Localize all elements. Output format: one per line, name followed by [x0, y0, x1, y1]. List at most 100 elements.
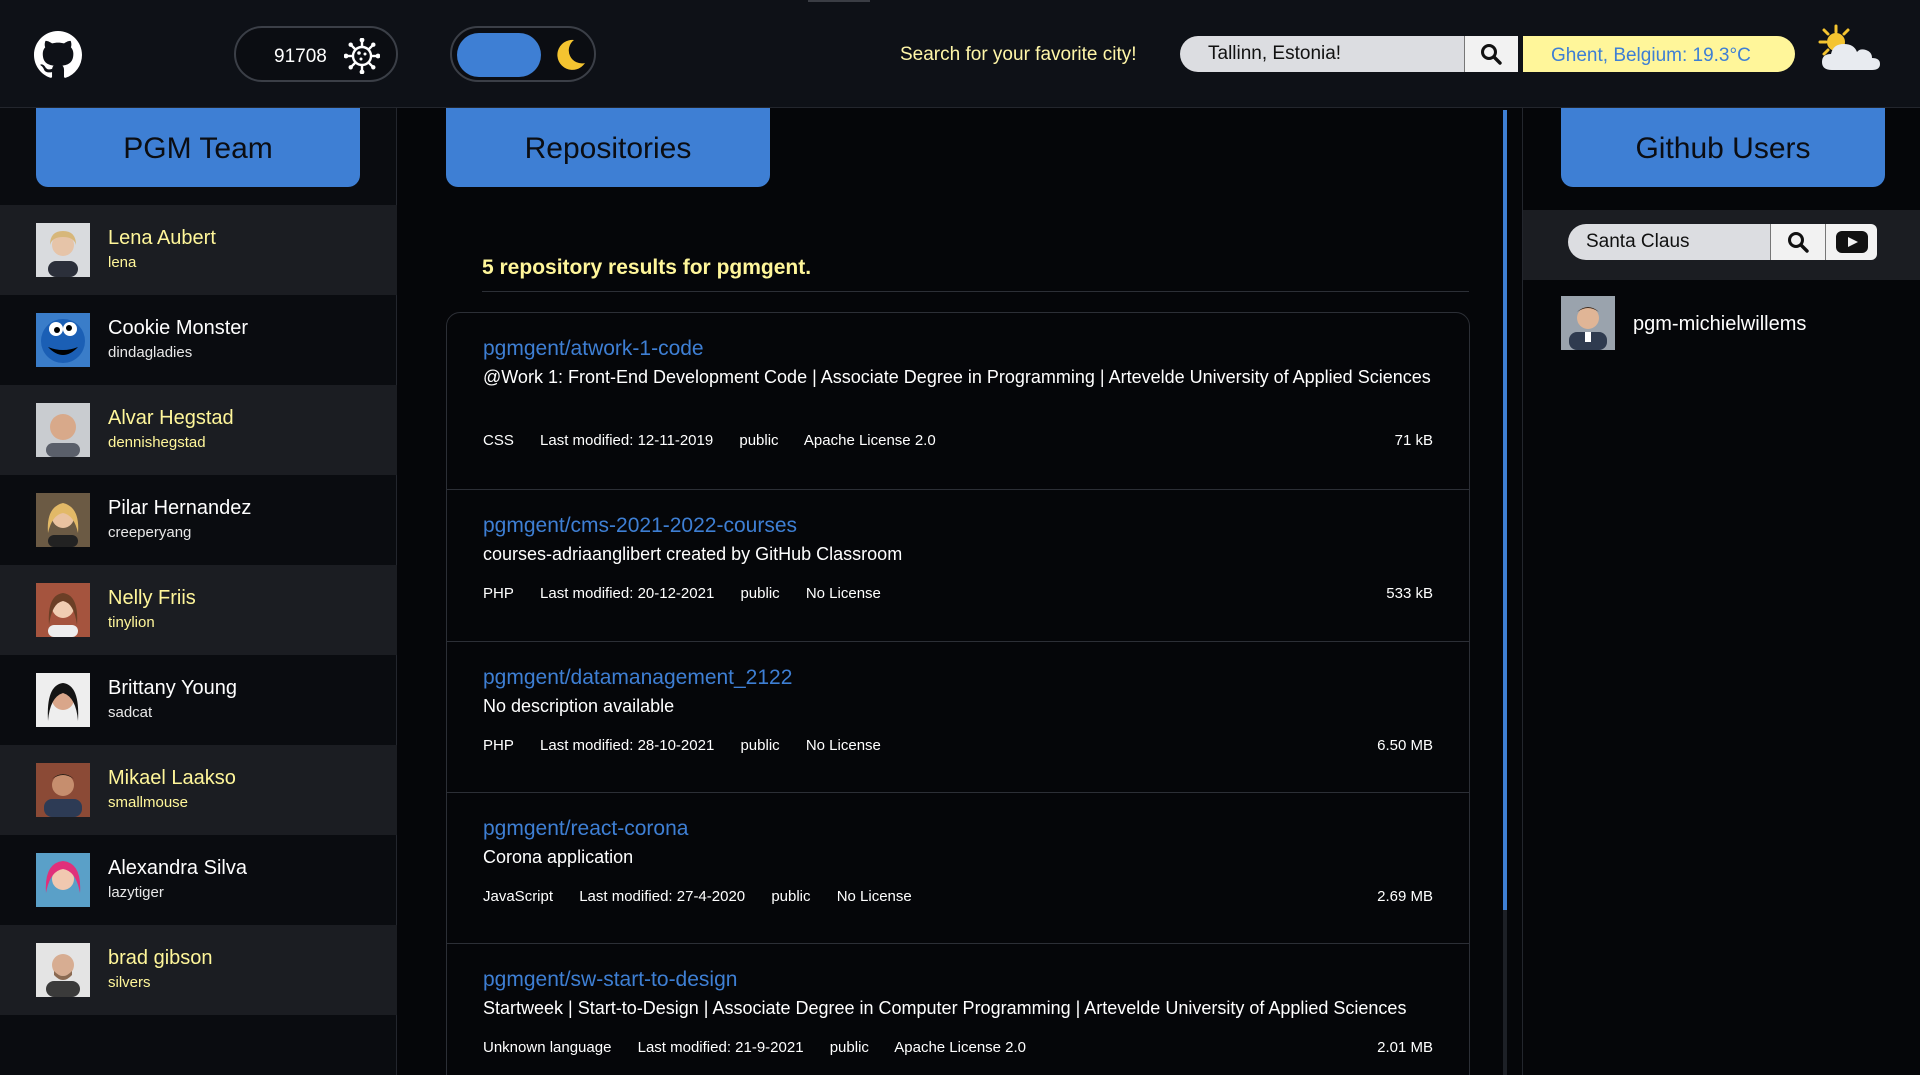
avatar [36, 493, 90, 547]
avatar [36, 673, 90, 727]
tab-pgm-team[interactable]: PGM Team [36, 108, 360, 187]
repository-license: No License [805, 737, 881, 754]
repository-visibility: public [740, 737, 780, 754]
repository-meta: JavaScript Last modified: 27-4-2020 publ… [483, 888, 934, 905]
tab-github-users[interactable]: Github Users [1561, 108, 1885, 187]
repository-language: JavaScript [483, 888, 554, 905]
avatar [36, 223, 90, 277]
repository-link[interactable]: pgmgent/react-corona [483, 817, 688, 841]
github-username: pgm-michielwillems [1633, 313, 1807, 335]
corona-counter[interactable]: 91708 [234, 26, 398, 82]
member-name: brad gibson [108, 947, 213, 969]
team-member[interactable]: Mikael Laakso smallmouse [0, 745, 397, 835]
city-search-input[interactable] [1180, 36, 1464, 72]
team-member[interactable]: Cookie Monster dindagladies [0, 295, 397, 385]
repository-description: courses-adriaanglibert created by GitHub… [483, 544, 903, 564]
avatar [1561, 296, 1615, 350]
repository-visibility: public [739, 432, 779, 449]
github-user-result[interactable]: pgm-michielwillems [1561, 296, 1901, 352]
repository-language: PHP [483, 585, 514, 602]
repository-card: pgmgent/cms-2021-2022-courses courses-ad… [447, 490, 1469, 642]
repository-language: PHP [483, 737, 514, 754]
team-member[interactable]: Pilar Hernandez creeperyang [0, 475, 397, 565]
repository-visibility: public [829, 1039, 869, 1056]
repository-meta: CSS Last modified: 12-11-2019 public Apa… [483, 432, 958, 449]
repository-license: No License [805, 585, 881, 602]
team-member[interactable]: Alvar Hegstad dennishegstad [0, 385, 397, 475]
youtube-icon [1836, 231, 1868, 253]
partly-cloudy-icon [1818, 24, 1880, 70]
repository-description: @Work 1: Front-End Development Code | As… [483, 367, 1431, 387]
scrollbar-thumb[interactable] [1503, 110, 1507, 910]
repository-card: pgmgent/datamanagement_2122 No descripti… [447, 642, 1469, 793]
avatar [36, 853, 90, 907]
repository-card: pgmgent/sw-start-to-design Startweek | S… [447, 944, 1469, 1075]
repository-link[interactable]: pgmgent/cms-2021-2022-courses [483, 514, 797, 538]
avatar [36, 763, 90, 817]
theme-toggle[interactable] [450, 26, 596, 82]
avatar [36, 583, 90, 637]
team-member[interactable]: Nelly Friis tinylion [0, 565, 397, 655]
team-member[interactable]: Lena Aubert lena [0, 205, 397, 295]
repository-language: CSS [483, 432, 514, 449]
github-logo-icon[interactable] [34, 31, 82, 79]
counter-value: 91708 [274, 46, 327, 67]
repository-modified: Last modified: 28-10-2021 [540, 737, 715, 754]
repository-description: Startweek | Start-to-Design | Associate … [483, 998, 1407, 1018]
team-panel: PGM Team Lena Aubert lena Cookie Monster… [0, 108, 397, 1075]
repository-size: 2.69 MB [1377, 888, 1433, 905]
user-search-input[interactable] [1568, 224, 1770, 260]
member-username: lazytiger [108, 884, 164, 901]
member-name: Mikael Laakso [108, 767, 236, 789]
member-name: Lena Aubert [108, 227, 216, 249]
divider [482, 291, 1469, 292]
repository-modified: Last modified: 27-4-2020 [579, 888, 746, 905]
repository-size: 71 kB [1394, 432, 1433, 449]
member-name: Nelly Friis [108, 587, 196, 609]
user-search-button[interactable] [1770, 224, 1825, 260]
member-name: Alexandra Silva [108, 857, 247, 879]
search-icon [1788, 232, 1809, 253]
member-username: silvers [108, 974, 151, 991]
member-username: creeperyang [108, 524, 192, 541]
repository-visibility: public [740, 585, 780, 602]
search-icon [1481, 44, 1502, 65]
team-member[interactable]: Brittany Young sadcat [0, 655, 397, 745]
team-member[interactable]: brad gibson silvers [0, 925, 397, 1015]
repository-size: 533 kB [1386, 585, 1433, 602]
virus-icon [344, 38, 380, 74]
member-username: dindagladies [108, 344, 193, 361]
repositories-panel: Repositories 5 repository results for pg… [398, 108, 1521, 1075]
member-name: Pilar Hernandez [108, 497, 252, 519]
youtube-button[interactable] [1825, 224, 1877, 260]
avatar [36, 403, 90, 457]
scrollbar-track[interactable] [1503, 910, 1507, 1075]
repository-license: Apache License 2.0 [894, 1039, 1027, 1056]
member-username: dennishegstad [108, 434, 206, 451]
repository-license: Apache License 2.0 [803, 432, 936, 449]
repository-link[interactable]: pgmgent/datamanagement_2122 [483, 666, 792, 690]
repository-license: No License [836, 888, 912, 905]
member-username: sadcat [108, 704, 153, 721]
repository-link[interactable]: pgmgent/atwork-1-code [483, 337, 704, 361]
tab-repositories[interactable]: Repositories [446, 108, 770, 187]
results-count: 5 repository results for pgmgent. [482, 256, 812, 279]
repository-modified: Last modified: 12-11-2019 [540, 432, 714, 449]
moon-icon [557, 39, 585, 70]
repository-visibility: public [771, 888, 811, 905]
repository-list: pgmgent/atwork-1-code @Work 1: Front-End… [446, 312, 1470, 1075]
avatar [36, 943, 90, 997]
repository-modified: Last modified: 20-12-2021 [540, 585, 715, 602]
repository-link[interactable]: pgmgent/sw-start-to-design [483, 968, 737, 992]
member-name: Alvar Hegstad [108, 407, 234, 429]
repository-language: Unknown language [483, 1039, 612, 1056]
top-bar: 91708 Search for your favorite city! Tal… [0, 0, 1920, 108]
repository-card: pgmgent/atwork-1-code @Work 1: Front-End… [447, 313, 1469, 490]
repository-size: 2.01 MB [1377, 1039, 1433, 1056]
team-member[interactable]: Alexandra Silva lazytiger [0, 835, 397, 925]
city-search-button[interactable] [1464, 36, 1518, 72]
city-search-label: Search for your favorite city! [900, 44, 1137, 65]
github-users-panel: Github Users pgm-michielwillems [1522, 108, 1920, 1075]
member-username: lena [108, 254, 137, 271]
toggle-knob[interactable] [457, 33, 541, 77]
